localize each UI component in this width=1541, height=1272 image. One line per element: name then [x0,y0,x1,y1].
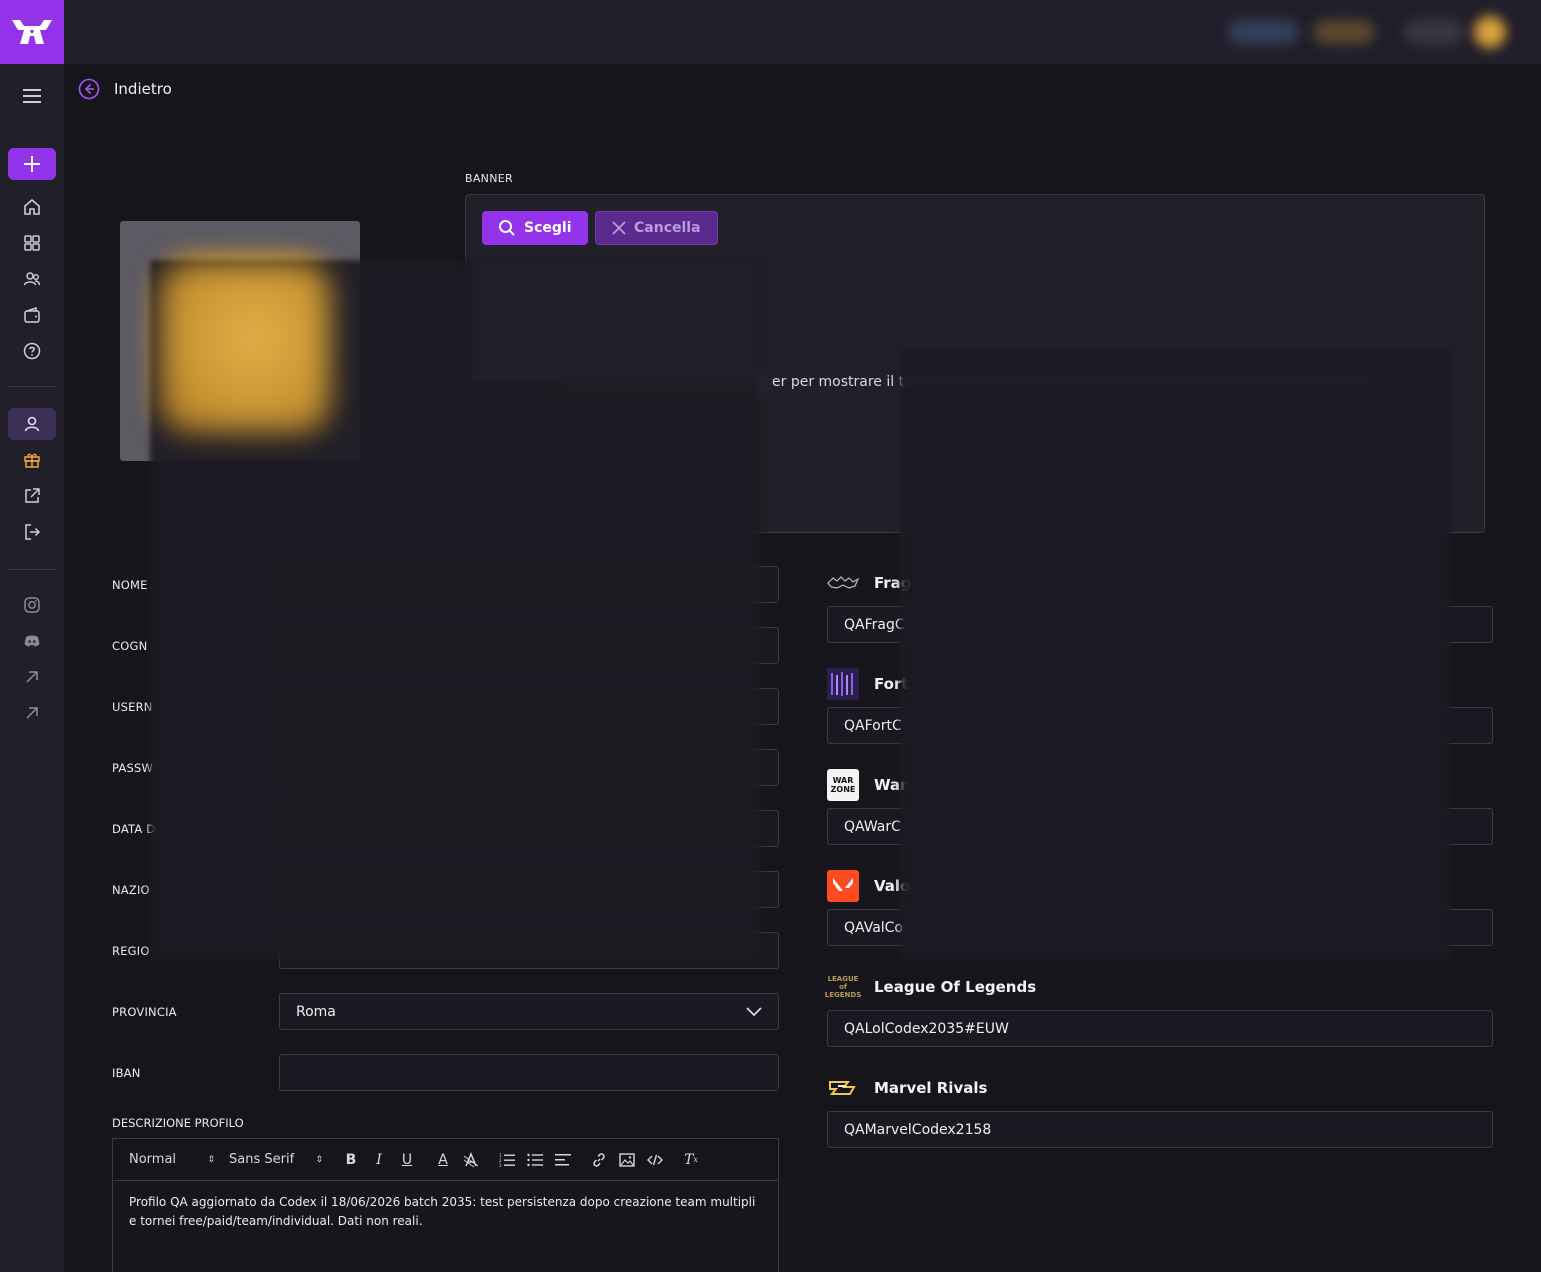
warzone-logo-icon: WAR ZONE [827,769,859,801]
discord-icon[interactable] [20,629,44,653]
game-id-value: QAValCo [844,919,904,936]
marvel-rivals-id-input[interactable]: QAMarvelCodex2158 [827,1111,1493,1148]
external-link-icon[interactable] [20,484,44,508]
provincia-label: PROVINCIA [112,1005,177,1019]
iban-input[interactable] [279,1054,779,1091]
font-select[interactable]: Sans Serif ⇕ [229,1152,323,1167]
bullet-list-icon[interactable] [521,1148,549,1172]
game-header-valorant: Valo [827,870,910,902]
logout-icon[interactable] [20,520,44,544]
regione-label: REGIO [112,944,150,958]
game-name: Marvel Rivals [874,1079,988,1097]
hamburger-icon [23,89,41,103]
plus-icon [24,156,40,172]
close-icon [612,221,626,235]
description-label: DESCRIZIONE PROFILO [112,1116,244,1130]
cognome-label: COGN [112,639,148,653]
game-header-fortnite: Fort [827,668,909,700]
search-icon [499,220,515,236]
menu-toggle-button[interactable] [16,80,48,112]
instagram-icon[interactable] [20,593,44,617]
font-select-value: Sans Serif [229,1152,295,1167]
fortnite-logo-icon [827,668,859,700]
logo-mark-icon [12,20,52,44]
profile-avatar-image-overlay [160,262,330,432]
background-color-icon[interactable] [457,1148,485,1172]
provincia-value: Roma [296,1003,336,1020]
gift-icon[interactable] [20,448,44,472]
user-avatar[interactable] [1474,16,1506,48]
game-id-value: QAMarvelCodex2158 [844,1121,992,1138]
game-header-lol: LEAGUE of LEGENDS League Of Legends [824,971,1037,1003]
back-label: Indietro [114,80,172,98]
select-arrows-icon: ⇕ [207,1154,215,1165]
game-id-value: QAWarC [844,818,901,835]
code-icon[interactable] [641,1148,669,1172]
top-blur-item [1404,20,1464,44]
choose-banner-label: Scegli [524,220,572,236]
format-select[interactable]: Normal ⇕ [129,1152,215,1167]
game-header-marvel-rivals: Marvel Rivals [827,1072,987,1104]
game-name: League Of Legends [874,978,1037,996]
text-color-icon[interactable]: A [429,1148,457,1172]
link-icon[interactable] [585,1148,613,1172]
description-editor[interactable]: Profilo QA aggiornato da Codex il 18/06/… [112,1180,779,1272]
profile-nav-item[interactable] [8,408,56,440]
format-select-value: Normal [129,1152,177,1167]
wallet-icon[interactable] [20,303,44,327]
image-icon[interactable] [613,1148,641,1172]
home-icon[interactable] [20,195,44,219]
lol-logo-icon: LEAGUE of LEGENDS [824,975,862,999]
birthdate-label: DATA D [112,822,156,836]
provincia-select[interactable]: Roma [279,993,779,1030]
italic-icon[interactable]: I [365,1148,393,1172]
back-arrow-icon [78,78,100,100]
password-label: PASSW [112,761,154,775]
game-id-value: QAFragC [844,616,905,633]
select-arrows-icon: ⇕ [315,1154,323,1165]
underline-icon[interactable]: U [393,1148,421,1172]
arrow-up-right-icon[interactable] [20,701,44,725]
create-button[interactable] [8,148,56,180]
grid-icon[interactable] [20,231,44,255]
sidebar-divider [8,386,56,387]
svg-text:3: 3 [499,1163,502,1167]
lol-id-input[interactable]: QALolCodex2035#EUW [827,1010,1493,1047]
choose-banner-button[interactable]: Scegli [482,211,588,245]
editor-toolbar: Normal ⇕ Sans Serif ⇕ B I U A 123 Tx [112,1138,779,1180]
arrow-up-right-icon[interactable] [20,665,44,689]
back-link[interactable]: Indietro [78,78,172,100]
bold-icon[interactable]: B [337,1148,365,1172]
clear-format-icon[interactable]: Tx [677,1148,705,1172]
top-bar [0,0,1541,64]
redacted-area [900,350,1450,960]
chevron-down-icon [746,1006,762,1016]
sidebar-divider [8,569,56,570]
iban-label: IBAN [112,1066,141,1080]
ordered-list-icon[interactable]: 123 [493,1148,521,1172]
nazione-label: NAZIO [112,883,150,897]
game-id-value: QALolCodex2035#EUW [844,1020,1009,1037]
app-logo[interactable] [0,0,64,64]
banner-label: BANNER [465,172,513,185]
clear-banner-button[interactable]: Cancella [595,211,718,245]
help-icon[interactable] [20,339,44,363]
clear-banner-label: Cancella [634,220,701,236]
redacted-area [470,260,760,380]
game-header-warzone: WAR ZONE War [827,769,908,801]
users-icon[interactable] [20,267,44,291]
game-header-fragpunk: Frag [827,567,912,599]
fragpunk-logo-icon [827,567,859,599]
user-icon [24,416,40,432]
top-blur-item [1314,20,1374,44]
username-label: USERN [112,700,153,714]
top-blur-item [1228,20,1298,44]
nome-label: NOME [112,578,148,592]
align-icon[interactable] [549,1148,577,1172]
sidebar [0,64,64,1272]
marvel-rivals-logo-icon [827,1072,859,1104]
game-id-value: QAFortC [844,717,902,734]
valorant-logo-icon [827,870,859,902]
